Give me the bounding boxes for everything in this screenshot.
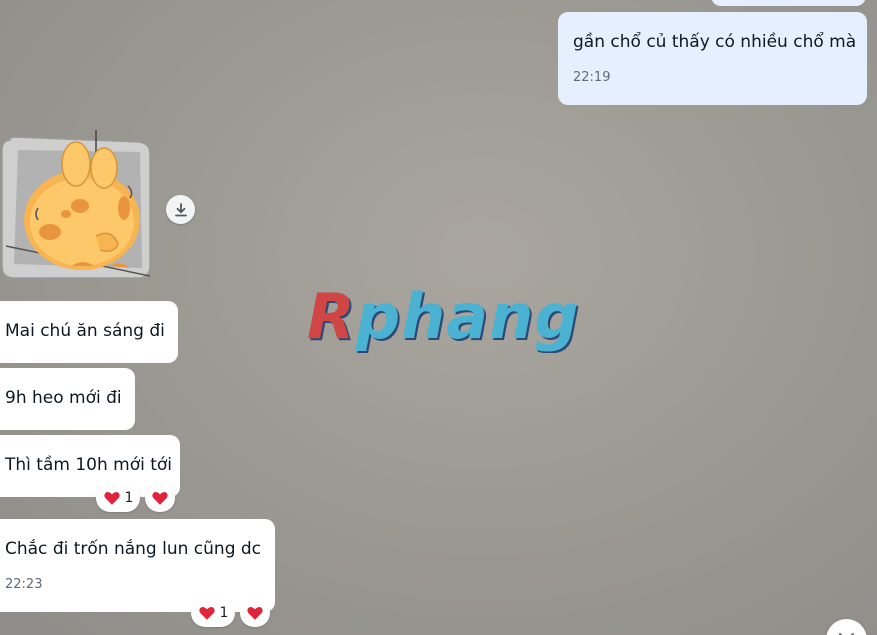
heart-icon [152, 491, 168, 505]
message-text: 9h heo mới đi [5, 388, 122, 408]
watermark-rest: phang [355, 280, 580, 353]
message-text: gần chổ củ thấy có nhiều chổ mà [573, 32, 857, 52]
scroll-to-bottom-button[interactable] [826, 619, 867, 635]
incoming-message-bubble[interactable]: 9h heo mới đi [0, 368, 135, 430]
react-button[interactable] [240, 599, 270, 627]
sticker-message[interactable] [0, 128, 155, 283]
message-time: 22:19 [573, 70, 611, 85]
incoming-message-bubble[interactable]: Mai chú ăn sáng đi [0, 301, 178, 363]
download-button[interactable] [166, 195, 195, 224]
incoming-message-bubble[interactable]: Chắc đi trốn nắng lun cũng dc 22:23 [0, 519, 275, 612]
heart-icon [198, 606, 215, 620]
chevron-down-icon [839, 633, 854, 635]
download-icon [174, 202, 187, 216]
message-text: Mai chú ăn sáng đi [5, 321, 165, 341]
watermark-first-letter: R [307, 280, 356, 353]
reaction-count-badge[interactable]: 1 [191, 599, 235, 627]
heart-icon [103, 491, 120, 505]
reaction-count: 1 [219, 605, 229, 621]
message-text: Chắc đi trốn nắng lun cũng dc [5, 539, 262, 559]
heart-icon [247, 606, 263, 620]
message-text: Thì tầm 10h mới tới [5, 455, 173, 475]
watermark-logo: Rphang [307, 282, 580, 352]
reaction-count-badge[interactable]: 1 [96, 484, 140, 512]
previous-message-bubble-partial [711, 0, 866, 6]
message-time: 22:23 [5, 577, 43, 592]
reaction-count: 1 [124, 490, 134, 506]
sticker-image [1, 130, 151, 279]
outgoing-message-bubble[interactable]: gần chổ củ thấy có nhiều chổ mà 22:19 [558, 12, 867, 105]
react-button[interactable] [145, 484, 175, 512]
